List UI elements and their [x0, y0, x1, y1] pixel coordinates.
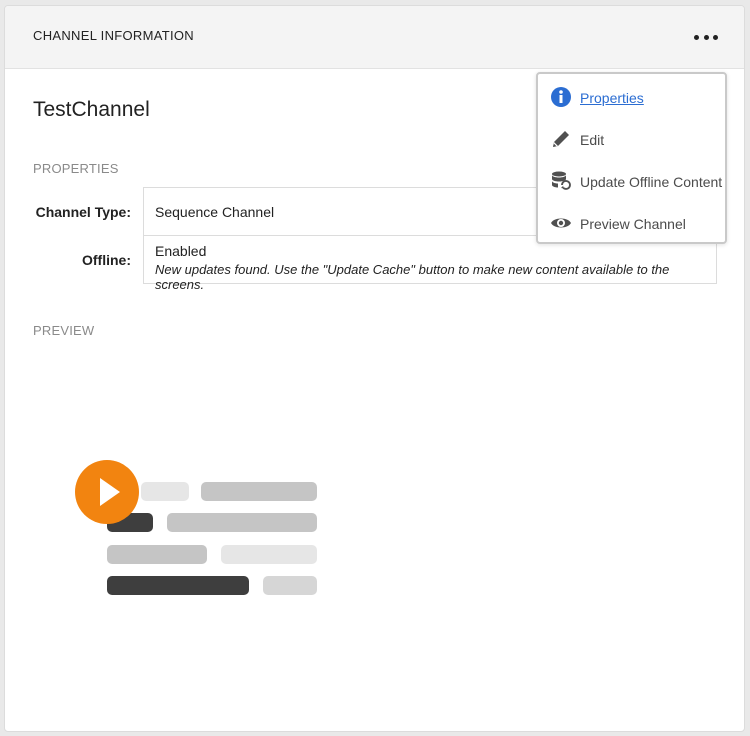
- preview-bar: [263, 576, 317, 595]
- preview-bar: [201, 482, 317, 501]
- properties-section-label: PROPERTIES: [33, 161, 119, 176]
- offline-label: Offline:: [82, 252, 131, 268]
- card-title: CHANNEL INFORMATION: [33, 28, 194, 43]
- menu-item-label: Preview Channel: [580, 216, 686, 232]
- preview-bar: [107, 576, 249, 595]
- preview-bar: [167, 513, 317, 532]
- eye-icon: [550, 212, 572, 234]
- preview-bar: [141, 482, 189, 501]
- menu-item-label: Update Offline Content: [580, 174, 723, 190]
- preview-bar: [221, 545, 317, 564]
- menu-item-preview-channel[interactable]: Preview Channel: [538, 202, 725, 244]
- menu-item-label: Edit: [580, 132, 605, 148]
- card-header: CHANNEL INFORMATION: [5, 6, 744, 69]
- channel-type-label: Channel Type:: [35, 204, 131, 220]
- menu-item-label: Properties: [580, 90, 644, 106]
- offline-value: Enabled: [155, 243, 207, 259]
- play-icon: [76, 461, 138, 523]
- offline-update-note: New updates found. Use the "Update Cache…: [155, 262, 670, 292]
- more-icon[interactable]: [694, 28, 718, 46]
- preview-section-label: PREVIEW: [33, 323, 95, 338]
- sequence-channel-preview-image: [73, 461, 323, 601]
- menu-item-update-offline-content[interactable]: Update Offline Content: [538, 160, 725, 202]
- database-refresh-icon: [550, 170, 572, 192]
- channel-name: TestChannel: [33, 98, 150, 121]
- channel-type-value: Sequence Channel: [155, 204, 275, 220]
- info-icon: [550, 86, 572, 108]
- preview-bar: [107, 545, 207, 564]
- pencil-icon: [550, 128, 572, 150]
- menu-item-properties[interactable]: Properties: [538, 76, 725, 118]
- channel-actions-menu: Properties Edit Update Offline Content P…: [536, 72, 727, 244]
- menu-item-edit[interactable]: Edit: [538, 118, 725, 160]
